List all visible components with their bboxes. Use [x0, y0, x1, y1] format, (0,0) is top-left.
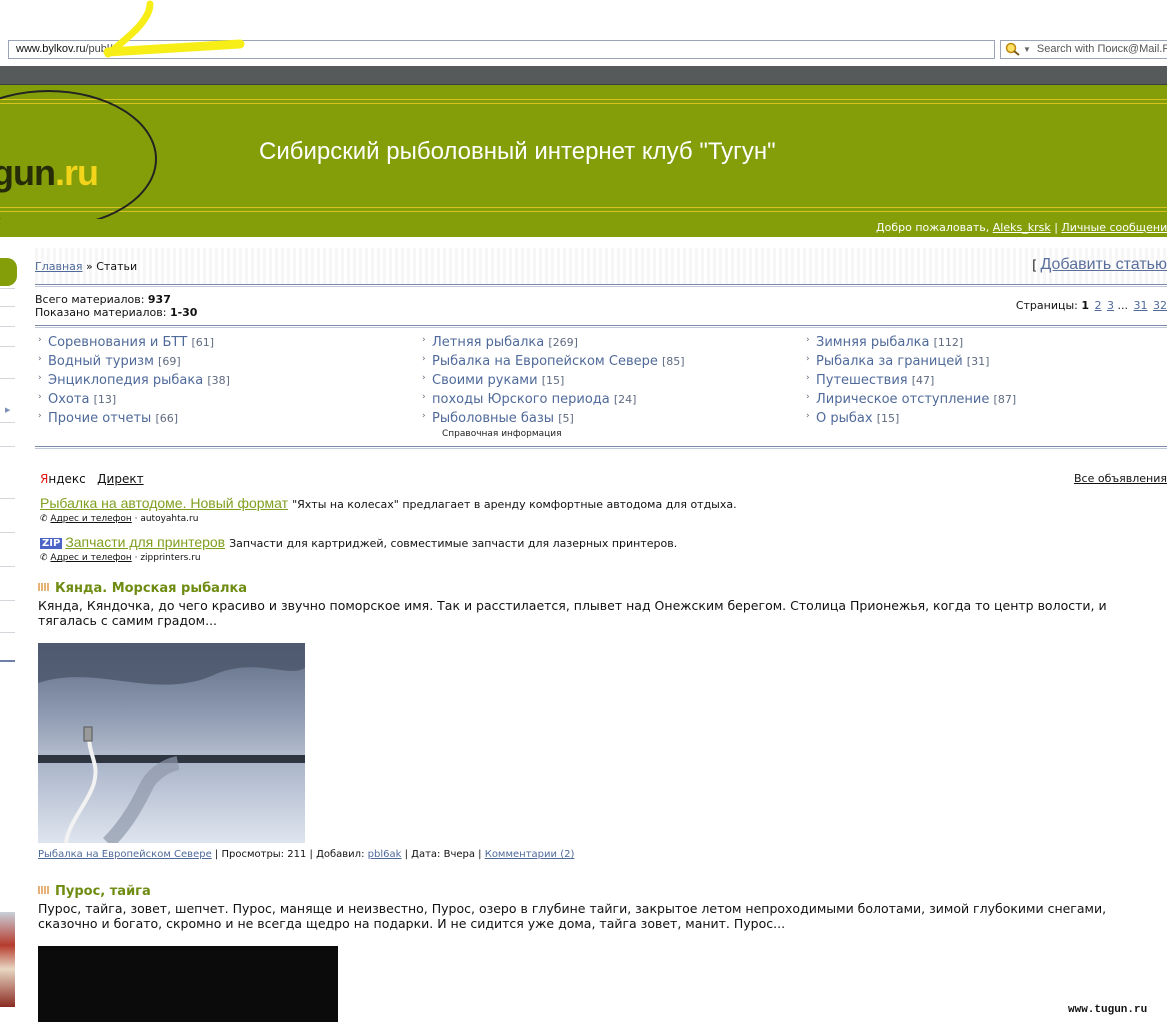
article-date: Дата: Вчера [411, 849, 475, 860]
category-item[interactable]: › Летняя рыбалка [269] [422, 335, 578, 350]
ad-title-link[interactable]: Рыбалка на автодоме. Новый формат [40, 495, 288, 511]
category-item[interactable]: › Лирическое отступление [87] [806, 392, 1016, 407]
breadcrumb-current: Статьи [96, 260, 138, 273]
category-item[interactable]: › Рыбалка на Европейском Севере [85] [422, 354, 685, 369]
category-item[interactable]: › Зимняя рыбалка [112] [806, 335, 963, 350]
article-views: Просмотры: 211 [221, 849, 307, 860]
main-content: Главная » Статьи [ Добавить статью Всего… [35, 248, 1167, 590]
all-ads: Все объявления [1074, 472, 1167, 485]
shown-range: 1-30 [169, 306, 198, 319]
ad-item: Рыбалка на автодоме. Новый формат "Яхты н… [40, 493, 737, 524]
search-placeholder: Search with Поиск@Mail.Ru [1036, 43, 1167, 55]
highlighter-annotation [103, 0, 245, 58]
left-arrow-icon[interactable]: ▶ [5, 406, 10, 414]
article-category-link[interactable]: Рыбалка на Европейском Севере [38, 849, 212, 860]
phone-icon: ✆ [40, 553, 48, 563]
material-stats: Всего материалов: 937 Показано материало… [35, 293, 198, 319]
article-image[interactable] [38, 946, 338, 1022]
ad-meta: ✆ Адрес и телефон · zipprinters.ru [40, 553, 201, 563]
search-icon[interactable] [1005, 42, 1021, 56]
site-top-band [0, 66, 1167, 85]
site-logo[interactable]: gun.ru [0, 152, 99, 194]
category-item[interactable]: › Энциклопедия рыбака [38] [38, 373, 230, 388]
page-current: 1 [1081, 299, 1089, 312]
ad-contact-link[interactable]: Адрес и телефон [50, 553, 131, 563]
category-item[interactable]: › Рыболовные базы [5] [422, 411, 574, 426]
breadcrumb: Главная » Статьи [35, 260, 137, 273]
username-link[interactable]: Aleks_krsk [993, 221, 1051, 234]
article-author-link[interactable]: pbl6ak [368, 849, 402, 860]
add-article-link[interactable]: Добавить статью [1040, 256, 1167, 273]
article-excerpt: Кянда, Кяндочка, до чего красиво и звучн… [38, 598, 1107, 628]
page: www.bylkov.ru/publ/ ▼ Search with Поиск@M… [0, 0, 1167, 1022]
total-count: 937 [147, 293, 171, 306]
ad-domain: zipprinters.ru [140, 553, 201, 563]
category-item[interactable]: › Водный туризм [69] [38, 354, 181, 369]
phone-icon: ✆ [40, 514, 48, 524]
pagination: Страницы: 1 2 3 ... 31 32 [1015, 299, 1167, 312]
category-subtitle: Справочная информация [442, 429, 562, 439]
stats-row: Всего материалов: 937 Показано материало… [35, 287, 1167, 325]
browser-toolbar: www.bylkov.ru/publ/ ▼ Search with Поиск@M… [0, 0, 1167, 66]
left-banner-image[interactable] [0, 912, 15, 1007]
category-item[interactable]: › Охота [13] [38, 392, 116, 407]
page-link[interactable]: 31 [1134, 299, 1148, 312]
zip-logo-icon: ZIP [40, 538, 63, 549]
ad-title-link[interactable]: Запчасти для принтеров [65, 534, 225, 550]
breadcrumb-separator: » [86, 260, 93, 273]
yandex-direct-label: Яндекс Директ [40, 472, 144, 486]
article-image[interactable] [38, 643, 305, 843]
category-list: › Соревнования и БТТ [61] › Летняя рыбалка… [35, 328, 1167, 446]
left-divider [0, 660, 15, 662]
ad-contact-link[interactable]: Адрес и телефон [50, 514, 131, 524]
breadcrumb-row: Главная » Статьи [ Добавить статью [35, 248, 1167, 284]
left-menu-tab[interactable] [0, 258, 17, 286]
article-title[interactable]: Кянда. Морская рыбалка [38, 581, 247, 596]
site-watermark: www.tugun.ru [1068, 1004, 1148, 1016]
divider [35, 446, 1167, 449]
ad-item: ZIP Запчасти для принтеров Запчасти для ка… [40, 532, 677, 563]
page-link[interactable]: 3 [1107, 299, 1114, 312]
category-item[interactable]: › Прочие отчеты [66] [38, 411, 178, 426]
ad-description: Запчасти для картриджей, совместимые зап… [229, 537, 678, 550]
category-item[interactable]: › О рыбах [15] [806, 411, 899, 426]
add-article: [ Добавить статью [1032, 256, 1167, 273]
category-item[interactable]: › Своими руками [15] [422, 373, 564, 388]
messages-link[interactable]: Личные сообщения [1061, 221, 1167, 234]
category-item[interactable]: › походы Юрского периода [24] [422, 392, 636, 407]
chevron-down-icon[interactable]: ▼ [1023, 41, 1031, 58]
breadcrumb-home-link[interactable]: Главная [35, 260, 83, 273]
category-item[interactable]: › Рыбалка за границей [31] [806, 354, 989, 369]
welcome-bar: Добро пожаловать, Aleks_krsk | Личные со… [0, 219, 1167, 237]
search-input[interactable]: ▼ Search with Поиск@Mail.Ru [1000, 40, 1167, 59]
yandex-direct-ads: Яндекс Директ Все объявления Рыбалка на … [35, 465, 1167, 590]
page-link[interactable]: 2 [1095, 299, 1102, 312]
article-bullet-icon [38, 886, 49, 894]
article-meta: Рыбалка на Европейском Севере | Просмотр… [38, 849, 575, 860]
category-item[interactable]: › Путешествия [47] [806, 373, 934, 388]
welcome-text: Добро пожаловать, [876, 221, 990, 234]
article-excerpt: Пурос, тайга, зовет, шепчет. Пурос, маня… [38, 901, 1107, 931]
site-title: Сибирский рыболовный интернет клуб "Тугу… [259, 138, 776, 165]
direct-link[interactable]: Директ [97, 472, 143, 486]
article-comments-link[interactable]: Комментарии (2) [485, 849, 575, 860]
page-link[interactable]: 32 [1153, 299, 1167, 312]
ad-domain: autoyahta.ru [140, 514, 199, 524]
ad-description: "Яхты на колесах" предлагает в аренду ко… [292, 498, 737, 511]
ad-meta: ✆ Адрес и телефон · autoyahta.ru [40, 514, 199, 524]
article-bullet-icon [38, 583, 49, 591]
article-title[interactable]: Пурос, тайга [38, 884, 151, 899]
category-item[interactable]: › Соревнования и БТТ [61] [38, 335, 214, 350]
all-ads-link[interactable]: Все объявления [1074, 472, 1167, 485]
